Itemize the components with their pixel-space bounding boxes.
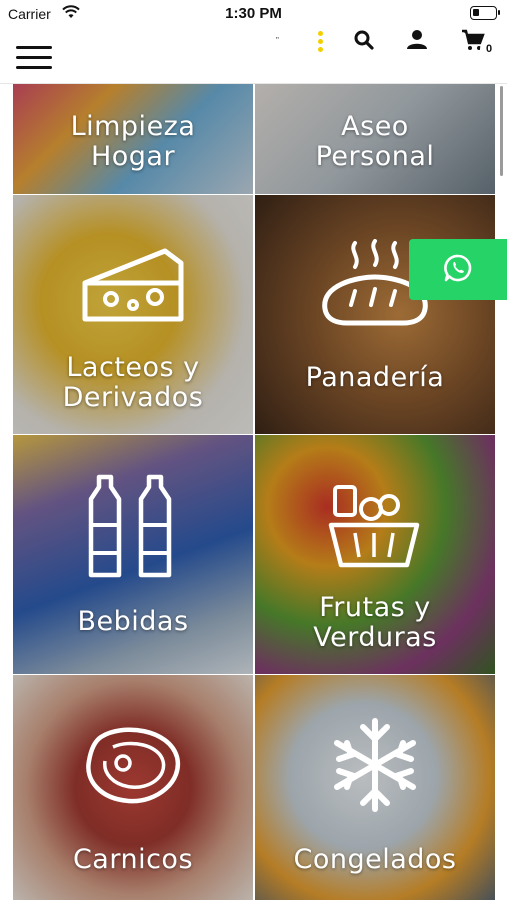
category-label: Aseo Personal bbox=[315, 111, 435, 172]
category-label: Lacteos y Derivados bbox=[62, 352, 204, 413]
category-tile-lacteos[interactable]: Lacteos y Derivados bbox=[13, 195, 253, 434]
category-label: Carnicos bbox=[72, 844, 194, 875]
category-label: Panadería bbox=[305, 362, 445, 393]
category-tile-panaderia[interactable]: Panadería bbox=[255, 195, 495, 434]
bottles-icon bbox=[88, 474, 172, 578]
category-label: Congelados bbox=[293, 844, 457, 875]
category-label: Limpieza Hogar bbox=[70, 111, 196, 172]
category-tile-carnicos[interactable]: Carnicos bbox=[13, 675, 253, 900]
logo[interactable]: " bbox=[276, 36, 279, 45]
search-icon[interactable] bbox=[352, 28, 376, 52]
status-bar: Carrier 1:30 PM bbox=[0, 0, 507, 28]
category-tile-congelados[interactable]: Congelados bbox=[255, 675, 495, 900]
more-options-icon[interactable] bbox=[318, 31, 324, 55]
snowflake-icon bbox=[334, 718, 416, 812]
fruit-basket-icon bbox=[328, 485, 420, 568]
category-label: Frutas y Verduras bbox=[313, 592, 437, 653]
app-header bbox=[0, 28, 507, 84]
whatsapp-button[interactable] bbox=[409, 239, 507, 300]
menu-button[interactable] bbox=[16, 46, 54, 72]
category-tile-frutas-verduras[interactable]: Frutas y Verduras bbox=[255, 435, 495, 674]
cart-count-badge: 0 bbox=[480, 40, 498, 58]
user-icon[interactable] bbox=[405, 28, 429, 52]
clock: 1:30 PM bbox=[225, 5, 282, 22]
meat-icon bbox=[86, 727, 181, 804]
category-tile-aseo-personal[interactable]: Aseo Personal bbox=[255, 84, 495, 194]
category-label: Bebidas bbox=[77, 606, 189, 637]
whatsapp-icon bbox=[444, 254, 472, 282]
cheese-icon bbox=[82, 248, 184, 322]
category-tile-limpieza-hogar[interactable]: Limpieza Hogar bbox=[13, 84, 253, 194]
scrollbar[interactable] bbox=[500, 86, 503, 176]
category-tile-bebidas[interactable]: Bebidas bbox=[13, 435, 253, 674]
battery-icon bbox=[470, 6, 500, 20]
